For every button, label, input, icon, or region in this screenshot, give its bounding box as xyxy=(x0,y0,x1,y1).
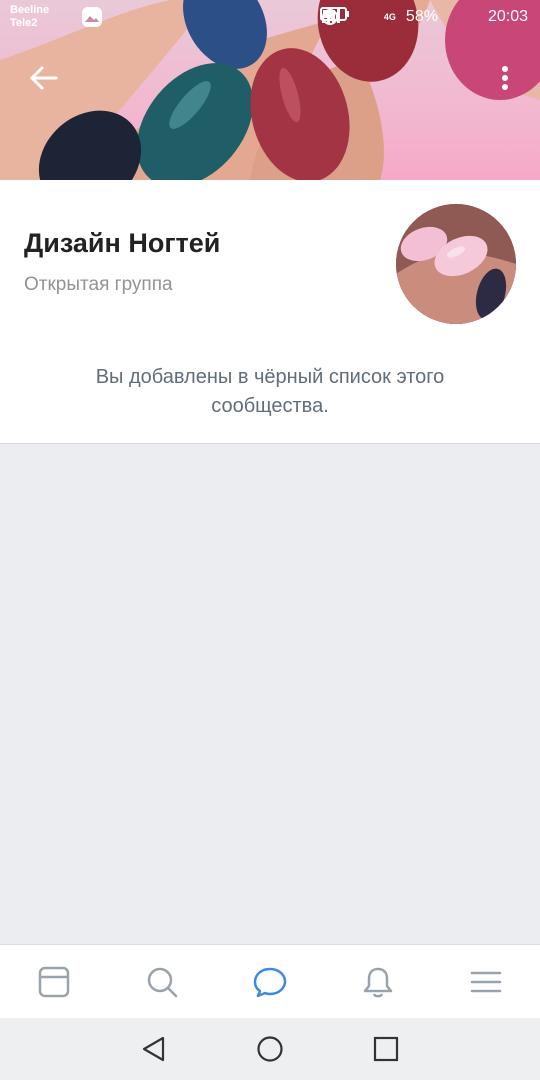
battery-icon xyxy=(319,6,478,28)
network-type: 4G xyxy=(383,12,396,22)
notifications-icon xyxy=(363,967,393,997)
system-navigation-bar xyxy=(0,1018,540,1080)
search-icon xyxy=(147,967,178,997)
carrier-1: Beeline xyxy=(10,4,50,16)
group-info-card: Дизайн Ногтей Открытая группа Вы добавле… xyxy=(0,180,540,444)
instagram-icon xyxy=(82,7,206,29)
cover-image: Beeline Tele2 4G 58% 20:03 xyxy=(0,0,540,180)
signal-icon xyxy=(321,6,374,28)
back-button[interactable] xyxy=(24,60,64,100)
more-options-button[interactable] xyxy=(490,60,520,100)
nav-recents-button[interactable] xyxy=(361,1024,411,1074)
more-vertical-icon xyxy=(502,66,508,90)
tab-menu[interactable] xyxy=(456,952,516,1012)
tab-search[interactable] xyxy=(132,952,192,1012)
group-avatar[interactable] xyxy=(396,204,516,324)
square-recents-icon xyxy=(373,1036,399,1062)
carrier-labels: Beeline Tele2 xyxy=(10,4,49,30)
blacklist-message: Вы добавлены в чёрный список этого сообщ… xyxy=(95,366,445,417)
circle-home-icon xyxy=(257,1036,283,1062)
swipe-keyboard-icon xyxy=(83,7,138,29)
carrier-2: Tele2 xyxy=(10,17,38,29)
nav-home-button[interactable] xyxy=(245,1024,295,1074)
status-bar: Beeline Tele2 4G 58% 20:03 xyxy=(0,0,540,38)
news-icon xyxy=(38,966,70,997)
messages-icon xyxy=(253,967,287,997)
tab-notifications[interactable] xyxy=(348,952,408,1012)
bottom-tab-bar xyxy=(0,944,540,1018)
instagram-icon xyxy=(82,7,172,29)
tab-news[interactable] xyxy=(24,952,84,1012)
arrow-back-icon xyxy=(30,66,58,90)
menu-icon xyxy=(470,971,502,992)
triangle-back-icon xyxy=(142,1036,165,1062)
gallery-icon xyxy=(83,7,240,29)
tab-messages[interactable] xyxy=(240,952,300,1012)
group-type: Открытая группа xyxy=(24,274,173,295)
clock: 20:03 xyxy=(487,8,528,25)
battery-percent: 58% xyxy=(405,8,438,25)
nav-back-button[interactable] xyxy=(129,1024,179,1074)
group-name: Дизайн Ногтей xyxy=(24,228,221,258)
